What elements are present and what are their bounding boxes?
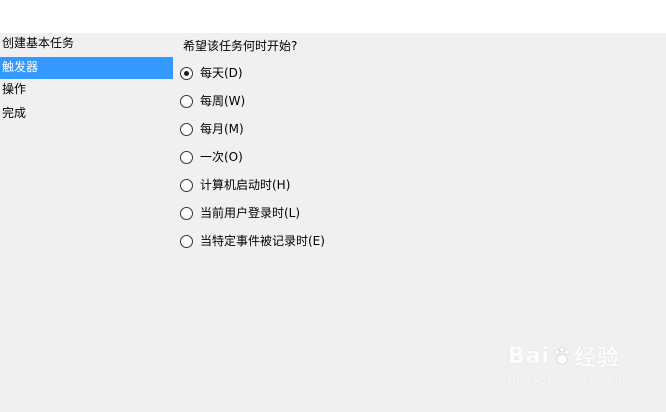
nav-step-label: 触发器 [2,60,39,74]
option-label: 每天(D) [200,66,243,80]
option-weekly[interactable]: 每周(W) [180,94,325,122]
option-label: 当前用户登录时(L) [200,206,301,220]
option-monthly[interactable]: 每月(M) [180,122,325,150]
option-event-logged[interactable]: 当特定事件被记录时(E) [180,234,325,262]
radio-button[interactable] [180,123,193,136]
nav-step-finish[interactable]: 完成 [0,103,173,127]
watermark-brand-left: Bai [508,343,551,369]
watermark-logo: Bai 经验 [508,340,627,372]
nav-step-action[interactable]: 操作 [0,79,173,103]
nav-step-label: 完成 [2,106,27,120]
option-user-logon[interactable]: 当前用户登录时(L) [180,206,325,234]
option-label: 一次(O) [200,150,243,164]
wizard-header-area [0,0,666,33]
radio-button[interactable] [180,235,193,248]
option-daily[interactable]: 每天(D) [180,66,325,94]
trigger-options-group: 每天(D) 每周(W) 每月(M) 一次(O) 计算机启动时(H) 当前用户登录… [180,66,325,262]
option-label: 计算机启动时(H) [200,178,291,192]
watermark-brand-right: 经验 [574,346,621,371]
option-label: 每周(W) [200,94,246,108]
radio-button[interactable] [180,95,193,108]
radio-button[interactable] [180,207,193,220]
option-computer-startup[interactable]: 计算机启动时(H) [180,178,325,206]
radio-button[interactable] [180,179,193,192]
watermark-url: jingyan.baidu.com [508,374,627,387]
option-label: 每月(M) [200,122,244,136]
nav-step-trigger[interactable]: 触发器 [0,57,173,79]
radio-button[interactable] [180,67,193,80]
option-once[interactable]: 一次(O) [180,150,325,178]
trigger-question: 希望该任务何时开始? [183,39,298,53]
radio-button[interactable] [180,151,193,164]
option-label: 当特定事件被记录时(E) [200,234,325,248]
nav-step-label: 操作 [2,82,27,96]
baidu-jingyan-watermark: Bai 经验 jingyan.baidu.com [508,340,627,388]
paw-icon [554,346,570,365]
nav-step-label: 创建基本任务 [2,36,75,50]
wizard-step-nav: 创建基本任务 触发器 操作 完成 [0,33,173,412]
nav-step-create-basic-task[interactable]: 创建基本任务 [0,33,173,57]
